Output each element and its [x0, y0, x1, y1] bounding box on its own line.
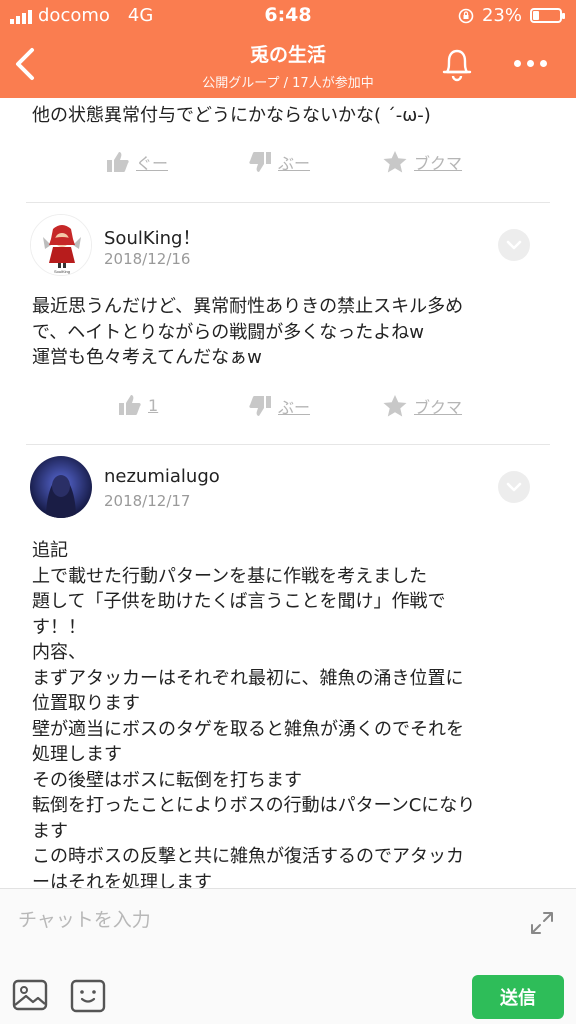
- image-icon[interactable]: [12, 979, 48, 1011]
- like-count: 1: [148, 395, 159, 415]
- top-bar: docomo 4G 6:48 23% 兎の生活 公開グループ / 17人が参加中: [0, 0, 576, 98]
- comment-line: まずアタッカーはそれぞれ最初に、雑魚の涌き位置に: [32, 667, 464, 689]
- comment-body: 追記 上で載せた行動パターンを基に作戦を考えました 題して「子供を助けたくば言う…: [0, 538, 576, 888]
- expand-menu-button[interactable]: [498, 229, 530, 261]
- star-icon: [383, 151, 407, 173]
- comment-line: す！！: [32, 616, 86, 638]
- comment-line: 処理します: [32, 744, 122, 765]
- emoji-icon[interactable]: [70, 979, 106, 1013]
- chat-bar: チャットを入力 送信: [0, 888, 576, 1024]
- battery-icon: [530, 8, 565, 23]
- expand-icon[interactable]: [528, 909, 556, 937]
- username[interactable]: SoulKing！: [104, 224, 201, 250]
- comment-line: 最近思うんだけど、異常耐性ありきの禁止スキル多め: [32, 296, 464, 317]
- chevron-down-icon: [506, 482, 522, 492]
- dislike-label: ぶー: [278, 154, 311, 173]
- group-subtitle: 公開グループ / 17人が参加中: [202, 76, 374, 91]
- comment-line: 上で載せた行動パターンを基に作戦を考えました: [32, 565, 428, 587]
- thumbs-down-icon: [249, 396, 271, 416]
- comment-feed[interactable]: 他の状態異常付与でどうにかならないかな( ´-ω-) ぐー ぶー ブクマ Sou…: [0, 98, 576, 888]
- comment-line: 追記: [32, 540, 68, 561]
- rotation-lock-icon: [458, 8, 474, 23]
- divider: [26, 444, 550, 445]
- more-options-icon[interactable]: [514, 60, 547, 67]
- expand-menu-button[interactable]: [498, 471, 530, 503]
- comment-actions: ぐー ぶー ブクマ: [0, 150, 576, 190]
- send-button[interactable]: 送信: [472, 975, 564, 1019]
- bookmark-button[interactable]: ブクマ: [382, 394, 462, 418]
- status-bar: docomo 4G 6:48 23%: [0, 0, 576, 30]
- group-title: 兎の生活: [249, 44, 326, 66]
- comment-body: 最近思うんだけど、異常耐性ありきの禁止スキル多め で、ヘイトとりながらの戦闘が多…: [0, 294, 576, 371]
- chat-input[interactable]: チャットを入力: [18, 905, 151, 932]
- comment-line: 題して「子供を助けたくば言うことを聞け」作戦で: [32, 591, 446, 612]
- like-button[interactable]: 1: [118, 394, 158, 416]
- dislike-label: ぶー: [278, 398, 311, 417]
- comment-line: ーはそれを処理します: [32, 871, 212, 889]
- thumbs-up-icon: [119, 395, 141, 415]
- star-icon: [383, 395, 407, 417]
- divider: [26, 202, 550, 203]
- bookmark-label: ブクマ: [414, 154, 463, 173]
- comment-line: 位置取ります: [32, 693, 140, 714]
- comment-line: 壁が適当にボスのタゲを取ると雑魚が湧くのでそれを: [32, 718, 464, 740]
- avatar-image: SoulKing: [31, 215, 91, 275]
- bell-icon[interactable]: [438, 44, 476, 84]
- post-date: 2018/12/16: [104, 250, 191, 268]
- avatar-image: [30, 456, 92, 518]
- username[interactable]: nezumialugo: [104, 466, 220, 487]
- post-date: 2018/12/17: [104, 492, 191, 510]
- chevron-down-icon: [506, 240, 522, 250]
- like-label: ぐー: [136, 154, 169, 173]
- comment-line: ます: [32, 820, 68, 842]
- comment-actions: 1 ぶー ブクマ: [0, 394, 576, 434]
- comment-text: 他の状態異常付与でどうにかならないかな( ´-ω-): [32, 105, 431, 126]
- dislike-button[interactable]: ぶー: [248, 394, 310, 418]
- comment-line: 内容、: [32, 642, 86, 663]
- avatar-caption: SoulKing: [54, 269, 70, 274]
- thumbs-down-icon: [249, 152, 271, 172]
- comment-line: 転倒を打ったことによりボスの行動はパターンCになり: [32, 795, 476, 816]
- avatar[interactable]: SoulKing: [30, 214, 92, 276]
- like-button[interactable]: ぐー: [106, 150, 168, 174]
- nav-bar: 兎の生活 公開グループ / 17人が参加中: [0, 30, 576, 98]
- thumbs-up-icon: [107, 152, 129, 172]
- bookmark-label: ブクマ: [414, 398, 463, 417]
- dislike-button[interactable]: ぶー: [248, 150, 310, 174]
- comment-line: この時ボスの反撃と共に雑魚が復活するのでアタッカ: [32, 846, 464, 867]
- comment-line: その後壁はボスに転倒を打ちます: [32, 769, 302, 791]
- avatar[interactable]: [30, 456, 92, 518]
- comment-line: で、ヘイトとりながらの戦闘が多くなったよねw: [32, 321, 424, 343]
- comment-line: 運営も色々考えてんだなぁw: [32, 347, 262, 368]
- bookmark-button[interactable]: ブクマ: [382, 150, 462, 174]
- battery-percent: 23%: [481, 5, 522, 26]
